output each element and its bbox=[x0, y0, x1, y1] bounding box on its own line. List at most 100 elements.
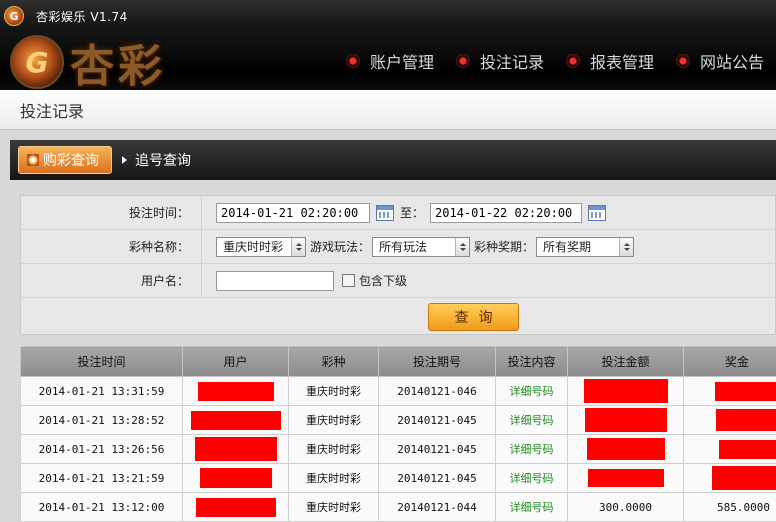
start-time-input[interactable] bbox=[216, 202, 370, 223]
lottery-cell: 重庆时时彩 bbox=[288, 434, 379, 464]
bet-time-cell: 2014-01-21 13:26:56 bbox=[20, 434, 183, 464]
content-cell: 详细号码 bbox=[495, 463, 568, 493]
lottery-select[interactable]: 重庆时时彩 bbox=[216, 236, 306, 257]
issue-cell: 20140121-045 bbox=[378, 434, 496, 464]
select-value: 所有玩法 bbox=[379, 240, 428, 254]
lottery-cell: 重庆时时彩 bbox=[288, 463, 379, 493]
query-button[interactable]: 查询 bbox=[428, 303, 519, 331]
nav-item-reports[interactable]: 报表管理 bbox=[565, 49, 654, 73]
detail-numbers-link[interactable]: 详细号码 bbox=[510, 501, 554, 514]
user-cell bbox=[182, 376, 289, 406]
spinner-arrows-icon bbox=[291, 237, 305, 256]
user-cell bbox=[182, 405, 289, 435]
tab-chase-query[interactable]: 追号查询 bbox=[122, 150, 191, 170]
redaction-mark bbox=[587, 469, 664, 487]
lottery-label: 彩种名称： bbox=[128, 240, 189, 254]
include-subordinates-checkbox[interactable] bbox=[342, 274, 355, 287]
select-value: 重庆时时彩 bbox=[223, 240, 284, 254]
amount-cell bbox=[567, 463, 684, 493]
redaction-mark bbox=[190, 410, 281, 430]
tab-bar: 购彩查询 追号查询 bbox=[10, 140, 776, 180]
bet-time-cell: 2014-01-21 13:12:00 bbox=[20, 492, 183, 522]
column-header: 奖金 bbox=[683, 346, 776, 377]
time-range: 至： bbox=[202, 202, 607, 223]
arrow-right-icon bbox=[122, 156, 127, 164]
redaction-mark bbox=[716, 409, 776, 431]
bet-time-cell: 2014-01-21 13:21:59 bbox=[20, 463, 183, 493]
table-row: 2014-01-21 13:31:59 重庆时时彩 20140121-046 详… bbox=[20, 376, 776, 406]
end-time-input[interactable] bbox=[430, 202, 583, 223]
detail-numbers-link[interactable]: 详细号码 bbox=[510, 472, 554, 485]
lottery-icon bbox=[27, 154, 39, 166]
tab-label: 购彩查询 bbox=[43, 153, 99, 169]
select-value: 所有奖期 bbox=[543, 240, 592, 254]
detail-numbers-link[interactable]: 详细号码 bbox=[510, 443, 554, 456]
tab-lottery-query[interactable]: 购彩查询 bbox=[18, 146, 112, 174]
redaction-mark bbox=[195, 497, 276, 517]
user-cell bbox=[182, 434, 289, 464]
header-banner: G 杏彩 账户管理 投注记录 报表管理 网站公告 bbox=[0, 32, 776, 90]
redaction-mark bbox=[586, 438, 665, 460]
play-select[interactable]: 所有玩法 bbox=[372, 236, 471, 257]
amount-cell: 300.0000 bbox=[567, 492, 684, 522]
nav-item-label: 网站公告 bbox=[699, 53, 764, 72]
calendar-icon[interactable] bbox=[376, 204, 394, 221]
table-row: 2014-01-21 13:28:52 重庆时时彩 20140121-045 详… bbox=[20, 405, 776, 435]
user-cell bbox=[182, 492, 289, 522]
nav-item-label: 账户管理 bbox=[369, 53, 434, 72]
nav-item-account[interactable]: 账户管理 bbox=[345, 49, 434, 73]
issue-label: 彩种奖期： bbox=[474, 240, 535, 254]
prize-cell bbox=[683, 434, 776, 464]
redaction-mark bbox=[584, 408, 667, 432]
window-title-bar: G 杏彩娱乐 V1.74 bbox=[0, 0, 776, 32]
main-nav: 账户管理 投注记录 报表管理 网站公告 bbox=[345, 32, 764, 90]
table-header-row: 投注时间 用户 彩种 投注期号 投注内容 投注金额 奖金 bbox=[20, 346, 776, 377]
prize-cell bbox=[683, 376, 776, 406]
content-cell: 详细号码 bbox=[495, 405, 568, 435]
bet-time-cell: 2014-01-21 13:31:59 bbox=[20, 376, 183, 406]
username-input[interactable] bbox=[216, 270, 334, 291]
filter-form: 投注时间： 至： 彩种名称： 重庆时时彩 游戏玩法： 所有玩法 彩种奖期： 所有… bbox=[20, 195, 776, 335]
table-row: 2014-01-21 13:21:59 重庆时时彩 20140121-045 详… bbox=[20, 463, 776, 493]
nav-item-label: 投注记录 bbox=[479, 53, 544, 72]
detail-numbers-link[interactable]: 详细号码 bbox=[510, 385, 554, 398]
column-header: 投注内容 bbox=[495, 346, 568, 377]
nav-item-bet-records[interactable]: 投注记录 bbox=[455, 49, 544, 73]
lottery-filters: 重庆时时彩 游戏玩法： 所有玩法 彩种奖期： 所有奖期 bbox=[202, 236, 635, 257]
issue-select[interactable]: 所有奖期 bbox=[536, 236, 635, 257]
tab-label: 追号查询 bbox=[135, 153, 191, 169]
content-cell: 详细号码 bbox=[495, 492, 568, 522]
brand-emblem-icon: G bbox=[10, 35, 64, 89]
app-logo-icon: G bbox=[4, 6, 24, 26]
column-header: 投注期号 bbox=[378, 346, 496, 377]
bullet-icon bbox=[455, 54, 470, 68]
prize-cell: 585.0000 bbox=[683, 492, 776, 522]
redaction-mark bbox=[197, 381, 274, 401]
lottery-cell: 重庆时时彩 bbox=[288, 492, 379, 522]
redaction-mark bbox=[719, 439, 776, 459]
amount-cell bbox=[567, 376, 684, 406]
redaction-mark bbox=[583, 379, 668, 403]
page-title-bar: 投注记录 bbox=[0, 90, 776, 130]
lottery-cell: 重庆时时彩 bbox=[288, 405, 379, 435]
nav-item-announcements[interactable]: 网站公告 bbox=[675, 49, 764, 73]
issue-cell: 20140121-044 bbox=[378, 492, 496, 522]
user-label: 用户名： bbox=[140, 274, 189, 288]
content-cell: 详细号码 bbox=[495, 376, 568, 406]
amount-cell bbox=[567, 405, 684, 435]
spinner-arrows-icon bbox=[619, 237, 634, 256]
play-label: 游戏玩法： bbox=[310, 240, 371, 254]
issue-cell: 20140121-046 bbox=[378, 376, 496, 406]
time-label: 投注时间： bbox=[128, 206, 189, 220]
detail-numbers-link[interactable]: 详细号码 bbox=[510, 414, 554, 427]
column-header: 投注金额 bbox=[567, 346, 684, 377]
window-title: 杏彩娱乐 V1.74 bbox=[36, 9, 128, 24]
results-table: 投注时间 用户 彩种 投注期号 投注内容 投注金额 奖金 2014-01-21 … bbox=[20, 346, 776, 522]
lottery-cell: 重庆时时彩 bbox=[288, 376, 379, 406]
prize-cell bbox=[683, 463, 776, 493]
bet-time-cell: 2014-01-21 13:28:52 bbox=[20, 405, 183, 435]
page-title: 投注记录 bbox=[20, 101, 85, 121]
calendar-icon[interactable] bbox=[588, 204, 607, 221]
include-subordinates-label: 包含下级 bbox=[359, 274, 408, 288]
column-header: 用户 bbox=[182, 346, 289, 377]
